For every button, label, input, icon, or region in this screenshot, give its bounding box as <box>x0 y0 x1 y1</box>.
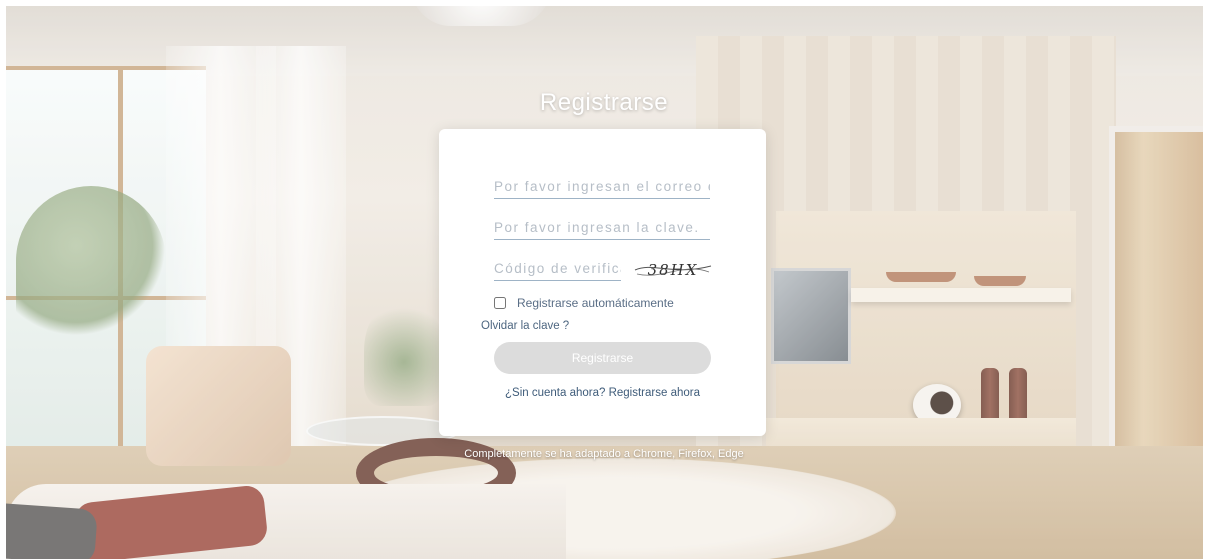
browser-compat-note: Completamente se ha adaptado a Chrome, F… <box>464 448 744 460</box>
password-field[interactable] <box>494 215 710 240</box>
register-now-link[interactable]: Registrarse ahora <box>609 387 700 399</box>
remember-checkbox[interactable] <box>494 297 506 309</box>
page-title: Registrarse <box>539 89 669 116</box>
captcha-field[interactable] <box>494 256 621 281</box>
forgot-password-link[interactable]: Olvidar la clave ? <box>481 320 569 332</box>
captcha-image[interactable]: 38HX <box>633 256 713 283</box>
remember-label: Registrarse automáticamente <box>517 296 674 310</box>
email-field[interactable] <box>494 174 710 199</box>
no-account-text: ¿Sin cuenta ahora? <box>505 387 606 399</box>
login-card: 38HX Registrarse automáticamente Olvidar… <box>439 129 766 436</box>
signup-prompt: ¿Sin cuenta ahora? Registrarse ahora <box>439 387 766 399</box>
captcha-text: 38HX <box>648 261 699 279</box>
remember-me[interactable]: Registrarse automáticamente <box>494 296 674 310</box>
register-submit-button[interactable]: Registrarse <box>494 342 711 374</box>
